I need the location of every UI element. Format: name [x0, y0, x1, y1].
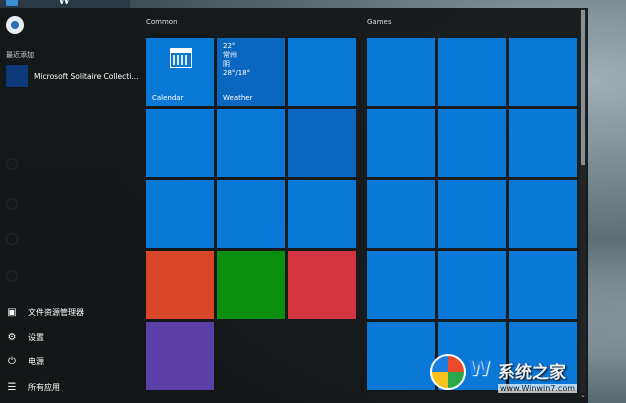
- tile-game[interactable]: [438, 251, 506, 319]
- list-icon: ☰: [7, 381, 17, 393]
- tile-empty[interactable]: [288, 109, 356, 177]
- scrollbar[interactable]: [580, 8, 586, 393]
- tile-empty[interactable]: [217, 180, 285, 248]
- power-label: 电源: [28, 356, 44, 366]
- weather-range: 28°/18°: [223, 69, 251, 77]
- weather-city: 常州: [223, 51, 237, 59]
- start-left-column: 最近添加 Microsoft Solitaire Collecti... ▣ 文…: [0, 8, 138, 403]
- scrollbar-thumb[interactable]: [581, 10, 585, 165]
- tile-label: Weather: [223, 94, 253, 102]
- gear-icon: ⚙: [7, 331, 17, 343]
- watermark-letter: W: [468, 356, 491, 380]
- power-icon: ⏻: [8, 355, 16, 367]
- app-icon[interactable]: [6, 0, 18, 6]
- folder-icon: ▣: [7, 306, 17, 318]
- tile-game[interactable]: [438, 109, 506, 177]
- weather-temp: 22°: [223, 42, 236, 50]
- all-apps-item[interactable]: ☰ 所有应用: [6, 379, 136, 395]
- tile-game[interactable]: [438, 180, 506, 248]
- tile-game[interactable]: [509, 109, 577, 177]
- ghost-icon: [6, 233, 18, 245]
- windows-logo-icon: [430, 354, 466, 390]
- tile-empty[interactable]: [288, 38, 356, 106]
- tile-red[interactable]: [288, 251, 356, 319]
- tile-empty[interactable]: [288, 180, 356, 248]
- taskbar-strip: W: [0, 0, 130, 8]
- tile-weather[interactable]: 22° 常州 阴 28°/18° Weather: [217, 38, 285, 106]
- solitaire-icon: [6, 65, 28, 87]
- file-explorer-label: 文件资源管理器: [28, 307, 84, 317]
- group-label-games[interactable]: Games: [367, 18, 392, 26]
- tile-game[interactable]: [438, 38, 506, 106]
- file-explorer-item[interactable]: ▣ 文件资源管理器: [6, 304, 136, 320]
- watermark-url: www.Winwin7.com: [498, 384, 578, 393]
- tile-game[interactable]: [367, 251, 435, 319]
- start-menu: 最近添加 Microsoft Solitaire Collecti... ▣ 文…: [0, 8, 588, 403]
- tile-game[interactable]: [367, 109, 435, 177]
- tile-green[interactable]: [217, 251, 285, 319]
- tile-calendar[interactable]: Calendar: [146, 38, 214, 106]
- tile-empty[interactable]: [217, 109, 285, 177]
- settings-label: 设置: [28, 332, 44, 342]
- weather-info: 22° 常州 阴 28°/18°: [223, 42, 250, 78]
- user-avatar[interactable]: [6, 16, 24, 34]
- all-apps-label: 所有应用: [28, 382, 60, 392]
- tile-game[interactable]: [509, 38, 577, 106]
- calendar-icon: [170, 48, 192, 68]
- word-app-letter[interactable]: W: [58, 0, 70, 7]
- ghost-icon: [6, 158, 18, 170]
- group-label-common[interactable]: Common: [146, 18, 178, 26]
- tile-game[interactable]: [509, 251, 577, 319]
- tile-game[interactable]: [367, 180, 435, 248]
- weather-condition: 阴: [223, 60, 230, 68]
- tile-empty[interactable]: [146, 109, 214, 177]
- ghost-icon: [6, 198, 18, 210]
- tile-label: Calendar: [152, 94, 184, 102]
- tile-game[interactable]: [367, 322, 435, 390]
- recent-app-name: Microsoft Solitaire Collecti...: [34, 71, 138, 81]
- watermark-text: 系统之家: [498, 363, 566, 383]
- tile-game[interactable]: [367, 38, 435, 106]
- tile-game[interactable]: [509, 180, 577, 248]
- ghost-icon: [6, 270, 18, 282]
- watermark-logo: W 系统之家 www.Winwin7.com: [428, 352, 626, 403]
- tile-empty[interactable]: [146, 180, 214, 248]
- tile-purple[interactable]: [146, 322, 214, 390]
- recently-added-label: 最近添加: [6, 51, 34, 59]
- tile-orange[interactable]: [146, 251, 214, 319]
- recent-app-solitaire[interactable]: Microsoft Solitaire Collecti...: [6, 65, 138, 87]
- settings-item[interactable]: ⚙ 设置: [6, 329, 136, 345]
- power-item[interactable]: ⏻ 电源: [6, 353, 136, 369]
